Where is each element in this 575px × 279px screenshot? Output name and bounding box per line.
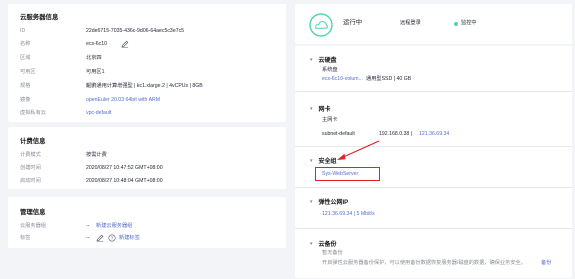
- details-card: ▼ 云硬盘 系统盘 ecs-6c10-volum... 通用型SSD | 40 G…: [295, 46, 572, 278]
- disk-name-link[interactable]: ecs-6c10-volum...: [322, 75, 363, 83]
- create-tag-link[interactable]: 新建标签: [119, 234, 140, 242]
- server-id-row: ID 22de6715-7035-436c-9d06-64aec5c3e7c5: [20, 27, 280, 35]
- server-vpc-link[interactable]: vpc-default: [86, 109, 111, 117]
- server-region-label: 区域: [20, 55, 31, 61]
- monitor-status-dot: [454, 22, 458, 26]
- security-group-link[interactable]: Sys-WebServer: [322, 170, 358, 178]
- nic-sub-label: 主网卡: [322, 117, 338, 123]
- eip-value-link[interactable]: 121.36.69.34 | 5 Mbit/s: [322, 210, 375, 218]
- remote-login-button[interactable]: 远程登录: [400, 19, 421, 27]
- server-image-label: 镜像: [20, 97, 31, 103]
- server-az-row: 可用区 可用区1: [20, 68, 280, 76]
- disk-sub-label: 系统盘: [322, 67, 338, 73]
- server-flavor-label: 规格: [20, 83, 31, 89]
- server-info-card: 云服务器信息 ID 22de6715-7035-436c-9d06-64aec5…: [8, 4, 286, 122]
- billing-mode-value: 按需计费: [86, 152, 107, 158]
- eip-collapse-icon[interactable]: ▼: [309, 199, 313, 204]
- server-az-value: 可用区1: [86, 69, 105, 75]
- server-id-label: ID: [20, 28, 26, 34]
- backup-link[interactable]: 备份: [541, 259, 551, 267]
- divider: [295, 187, 572, 188]
- backup-sub-label: 暂无备份: [322, 250, 343, 256]
- server-group-label: 云服务器组: [20, 223, 46, 229]
- security-group-collapse-icon[interactable]: ▼: [309, 158, 313, 163]
- mgmt-info-title: 管理信息: [20, 209, 46, 216]
- server-name-row: 名称 ecs-6c10: [20, 40, 280, 48]
- server-flavor-row: 规格 鲲鹏通用计算增强型 | kc1.xlarge.2 | 4vCPUs | 8…: [20, 82, 280, 90]
- tags-row: 标签 -- ? 新建标签: [20, 234, 280, 242]
- disk-detail: 通用型SSD | 40 GB: [366, 76, 412, 82]
- create-server-group-link[interactable]: 新建云服务器组: [96, 222, 132, 230]
- started-time-value: 2020/08/27 10:48:04 GMT+08:00: [86, 178, 163, 184]
- help-icon[interactable]: ?: [108, 234, 116, 242]
- created-time-row: 创建时间 2020/08/27 10:47:52 GMT+08:00: [20, 164, 280, 172]
- backup-collapse-icon[interactable]: ▼: [309, 241, 313, 246]
- server-vpc-label: 虚拟私有云: [20, 110, 46, 116]
- started-time-label: 启动时间: [20, 178, 41, 184]
- server-flavor-value: 鲲鹏通用计算增强型 | kc1.xlarge.2 | 4vCPUs | 8GB: [86, 83, 203, 89]
- monitor-status-label: 监控中: [461, 20, 477, 26]
- nic-private-ip: 192.168.0.38 |: [379, 131, 413, 137]
- divider: [295, 228, 572, 229]
- eip-section-header[interactable]: ▼ 弹性公网IP: [309, 197, 348, 206]
- server-status-icon: [309, 13, 333, 37]
- billing-info-card: 计费信息 计费模式 按需计费 创建时间 2020/08/27 10:47:52 …: [8, 127, 286, 189]
- created-time-value: 2020/08/27 10:47:52 GMT+08:00: [86, 165, 163, 171]
- server-name-value: ecs-6c10: [86, 41, 108, 47]
- billing-mode-label: 计费模式: [20, 152, 41, 158]
- server-region-value: 北京四: [86, 55, 102, 61]
- backup-description: 开启弹性云服务器备份保护，可以使用备份数据恢复服务器/磁盘的数据，确保业务安全。: [322, 260, 526, 266]
- edit-tags-icon[interactable]: [96, 234, 104, 242]
- disk-section-header[interactable]: ▼ 云硬盘: [309, 55, 336, 64]
- edit-name-icon[interactable]: [121, 40, 129, 48]
- server-group-value: --: [86, 223, 90, 229]
- eip-section-title: 弹性公网IP: [318, 200, 349, 206]
- mgmt-info-card: 管理信息 云服务器组 -- 新建云服务器组 标签 -- ? 新建标签: [8, 197, 286, 248]
- nic-section-title: 网卡: [318, 107, 331, 113]
- status-text: 运行中: [343, 19, 363, 26]
- tags-label: 标签: [20, 235, 31, 241]
- tags-value: --: [86, 235, 90, 241]
- backup-section-header[interactable]: ▼ 云备份: [309, 239, 336, 248]
- nic-collapse-icon[interactable]: ▼: [309, 106, 313, 111]
- divider: [295, 91, 572, 92]
- created-time-label: 创建时间: [20, 165, 41, 171]
- server-info-title: 云服务器信息: [20, 14, 59, 21]
- disk-section-title: 云硬盘: [318, 58, 337, 64]
- nic-public-ip-link[interactable]: 121.36.69.34: [419, 130, 449, 138]
- disk-collapse-icon[interactable]: ▼: [309, 57, 313, 62]
- annotation-arrow: [337, 140, 380, 160]
- server-image-row: 镜像 openEuler 20.03 64bit with ARM: [20, 96, 280, 104]
- nic-section-header[interactable]: ▼ 网卡: [309, 104, 330, 113]
- server-name-label: 名称: [20, 41, 31, 47]
- started-time-row: 启动时间 2020/08/27 10:48:04 GMT+08:00: [20, 177, 280, 185]
- billing-info-title: 计费信息: [20, 138, 46, 145]
- svg-text:?: ?: [111, 236, 114, 241]
- billing-mode-row: 计费模式 按需计费: [20, 151, 280, 159]
- server-az-label: 可用区: [20, 69, 36, 75]
- nic-subnet: subnet-default: [322, 131, 355, 137]
- server-id-value: 22de6715-7035-436c-9d06-64aec5c3e7c5: [86, 28, 185, 34]
- backup-section-title: 云备份: [318, 242, 337, 248]
- status-card: 运行中 远程登录 监控中: [295, 4, 572, 44]
- server-image-link[interactable]: openEuler 20.03 64bit with ARM: [86, 96, 160, 104]
- server-vpc-row: 虚拟私有云 vpc-default: [20, 109, 280, 117]
- server-region-row: 区域 北京四: [20, 54, 280, 62]
- server-group-row: 云服务器组 -- 新建云服务器组: [20, 222, 280, 230]
